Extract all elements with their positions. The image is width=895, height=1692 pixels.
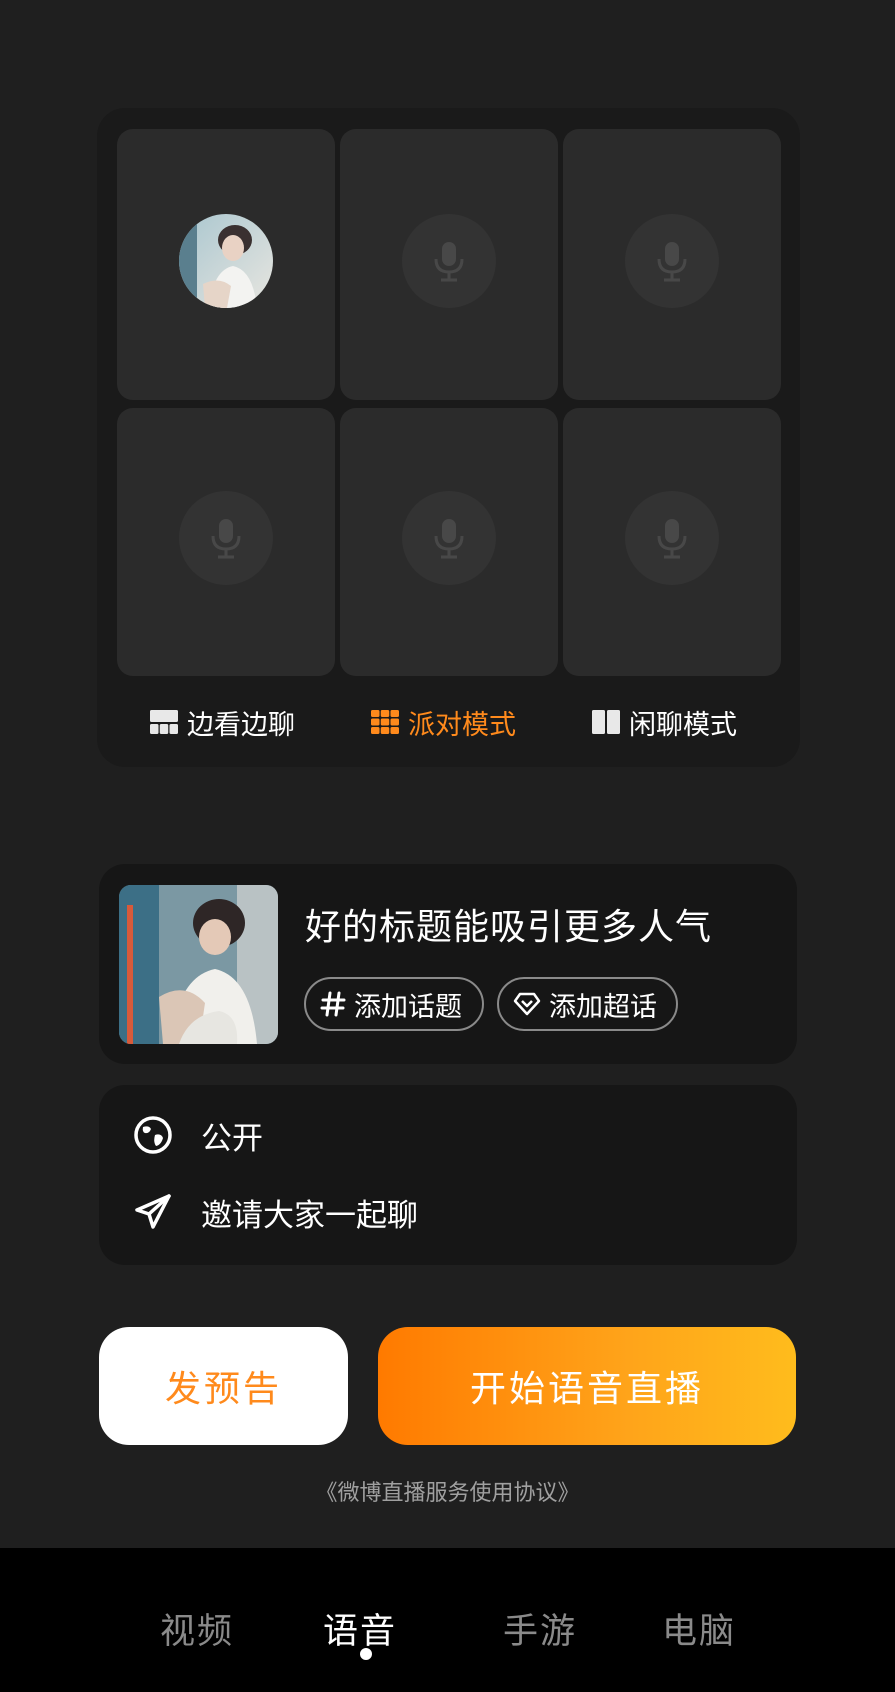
host-avatar [179, 213, 273, 308]
visibility-setting[interactable]: 公开 [133, 1113, 263, 1157]
add-topic-button[interactable]: 添加话题 [304, 977, 484, 1031]
live-title-input[interactable]: 好的标题能吸引更多人气 [305, 898, 712, 950]
mic-icon [625, 213, 719, 308]
hashtag-icon [320, 991, 346, 1017]
tab-pc[interactable]: 电脑 [662, 1603, 736, 1652]
mode-label: 派对模式 [408, 709, 516, 741]
bottom-tab-bar: 视频 语音 手游 电脑 [0, 1548, 895, 1692]
seat-mode-selector: 边看边聊 派对模式 闲聊模式 [97, 700, 800, 744]
settings-card: 公开 邀请大家一起聊 [99, 1085, 797, 1265]
mode-label: 边看边聊 [187, 709, 295, 741]
seat-empty[interactable] [117, 408, 335, 676]
tab-voice[interactable]: 语音 [323, 1603, 397, 1652]
post-preview-button[interactable]: 发预告 [99, 1327, 348, 1445]
seat-panel: 边看边聊 派对模式 闲聊模式 [97, 108, 800, 767]
add-supertopic-label: 添加超话 [549, 991, 657, 1023]
mode-watch-chat[interactable]: 边看边聊 [149, 700, 295, 744]
seat-empty[interactable] [340, 408, 558, 676]
start-voice-live-button[interactable]: 开始语音直播 [378, 1327, 796, 1445]
tab-mobile-game[interactable]: 手游 [503, 1603, 577, 1652]
mic-icon [179, 491, 273, 585]
seat-empty[interactable] [340, 129, 558, 400]
tab-video[interactable]: 视频 [160, 1603, 234, 1652]
service-agreement-link[interactable]: 《微博直播服务使用协议》 [0, 1475, 895, 1507]
mic-icon [402, 213, 496, 308]
mode-label: 闲聊模式 [629, 709, 737, 741]
seat-empty[interactable] [563, 129, 781, 400]
add-supertopic-button[interactable]: 添加超话 [497, 977, 678, 1031]
visibility-label: 公开 [201, 1120, 263, 1157]
watch-chat-layout-icon [150, 710, 178, 734]
mic-icon [625, 491, 719, 585]
invite-label: 邀请大家一起聊 [201, 1197, 418, 1234]
invite-setting[interactable]: 邀请大家一起聊 [133, 1190, 418, 1234]
diamond-icon [513, 992, 541, 1016]
mode-party[interactable]: 派对模式 [370, 700, 516, 744]
cover-image[interactable] [119, 885, 278, 1044]
active-tab-indicator [360, 1648, 372, 1660]
seat-host[interactable] [117, 129, 335, 400]
seat-empty[interactable] [563, 408, 781, 676]
mode-casual-chat[interactable]: 闲聊模式 [591, 700, 737, 744]
chat-split-layout-icon [592, 710, 620, 734]
add-topic-label: 添加话题 [354, 991, 462, 1023]
party-grid-layout-icon [371, 710, 399, 734]
mic-icon [402, 491, 496, 585]
paper-plane-icon [135, 1194, 171, 1229]
globe-icon [134, 1116, 172, 1154]
live-info-card: 好的标题能吸引更多人气 添加话题 添加超话 [99, 864, 797, 1064]
